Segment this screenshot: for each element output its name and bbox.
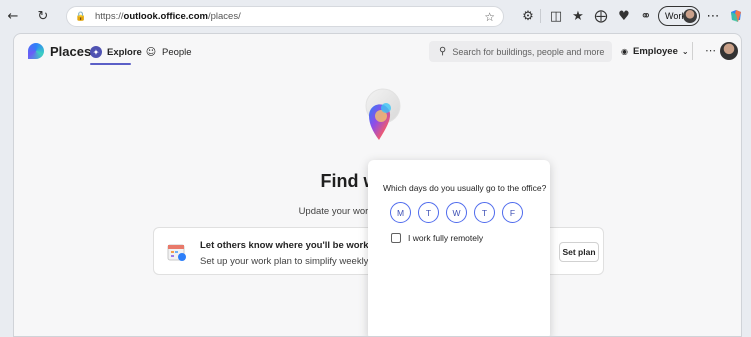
- search-input[interactable]: ⚲ Search for buildings, people and more: [429, 41, 612, 62]
- people-icon: ☺: [145, 46, 157, 58]
- active-tab-indicator: [90, 63, 131, 65]
- search-icon: ⚲: [439, 46, 447, 57]
- tab-explore-label: Explore: [107, 46, 142, 58]
- remote-label: I work fully remotely: [408, 233, 484, 243]
- web-content: Places ✦ Explore ☺ People ⚲ Search for b…: [13, 33, 742, 337]
- role-dropdown[interactable]: ◉ Employee ⌄: [621, 46, 689, 57]
- browser-toolbar: ← ↻ 🔒 https://outlook.office.com/places/…: [0, 0, 751, 32]
- split-screen-icon[interactable]: ◫: [547, 7, 565, 25]
- day-button-wednesday[interactable]: W: [446, 202, 467, 223]
- app-header: Places ✦ Explore ☺ People ⚲ Search for b…: [14, 34, 741, 70]
- tab-people[interactable]: ☺ People: [145, 46, 192, 58]
- tab-people-label: People: [162, 46, 192, 58]
- tab-explore[interactable]: ✦ Explore: [90, 46, 142, 58]
- collections-icon[interactable]: ⨁: [592, 7, 610, 25]
- lock-icon: 🔒: [75, 11, 87, 22]
- calendar-icon: [167, 244, 186, 261]
- toolbar-divider: [540, 9, 541, 23]
- url-prefix: https://: [95, 11, 124, 22]
- compass-icon: ✦: [90, 46, 102, 58]
- eye-icon: ◉: [621, 47, 628, 56]
- extensions-icon[interactable]: ⚙: [519, 7, 537, 25]
- day-button-thursday[interactable]: T: [474, 202, 495, 223]
- header-divider: [692, 42, 693, 60]
- profile-avatar: [683, 9, 697, 23]
- app-more-icon[interactable]: ⋯: [705, 44, 716, 57]
- profile-button[interactable]: Work: [658, 6, 700, 26]
- places-hero-icon: [365, 88, 401, 140]
- day-selector: M T W T F: [390, 202, 530, 223]
- chevron-down-icon: ⌄: [681, 47, 689, 56]
- address-bar[interactable]: 🔒 https://outlook.office.com/places/ ☆: [66, 6, 504, 27]
- day-button-tuesday[interactable]: T: [418, 202, 439, 223]
- day-button-friday[interactable]: F: [502, 202, 523, 223]
- remote-checkbox[interactable]: [391, 233, 401, 243]
- card-description: Set up your work plan to simplify weekly…: [200, 256, 379, 267]
- card-title: Let others know where you'll be working!: [200, 240, 386, 251]
- app-name: Places: [50, 44, 92, 59]
- refresh-icon[interactable]: ↻: [34, 7, 52, 25]
- copilot-icon[interactable]: [727, 7, 745, 25]
- favorites-icon[interactable]: ★: [569, 7, 587, 25]
- office-days-popup: Which days do you usually go to the offi…: [368, 160, 550, 336]
- search-placeholder: Search for buildings, people and more: [452, 46, 605, 57]
- day-button-monday[interactable]: M: [390, 202, 411, 223]
- more-options-icon[interactable]: ⋯: [704, 7, 722, 25]
- back-icon[interactable]: ←: [4, 7, 22, 25]
- url-path: /places/: [207, 11, 241, 22]
- role-label: Employee: [632, 46, 678, 57]
- url-domain: outlook.office.com: [123, 11, 208, 22]
- avatar[interactable]: [720, 42, 738, 60]
- popup-question: Which days do you usually go to the offi…: [383, 183, 547, 193]
- browser-essentials-icon[interactable]: ♥: [615, 7, 633, 25]
- fully-remote-option[interactable]: I work fully remotely: [391, 233, 483, 243]
- places-logo-icon: [28, 43, 44, 59]
- favorite-star-icon[interactable]: ☆: [484, 10, 495, 24]
- share-icon[interactable]: ⚭: [637, 7, 655, 25]
- set-plan-button[interactable]: Set plan: [559, 242, 599, 262]
